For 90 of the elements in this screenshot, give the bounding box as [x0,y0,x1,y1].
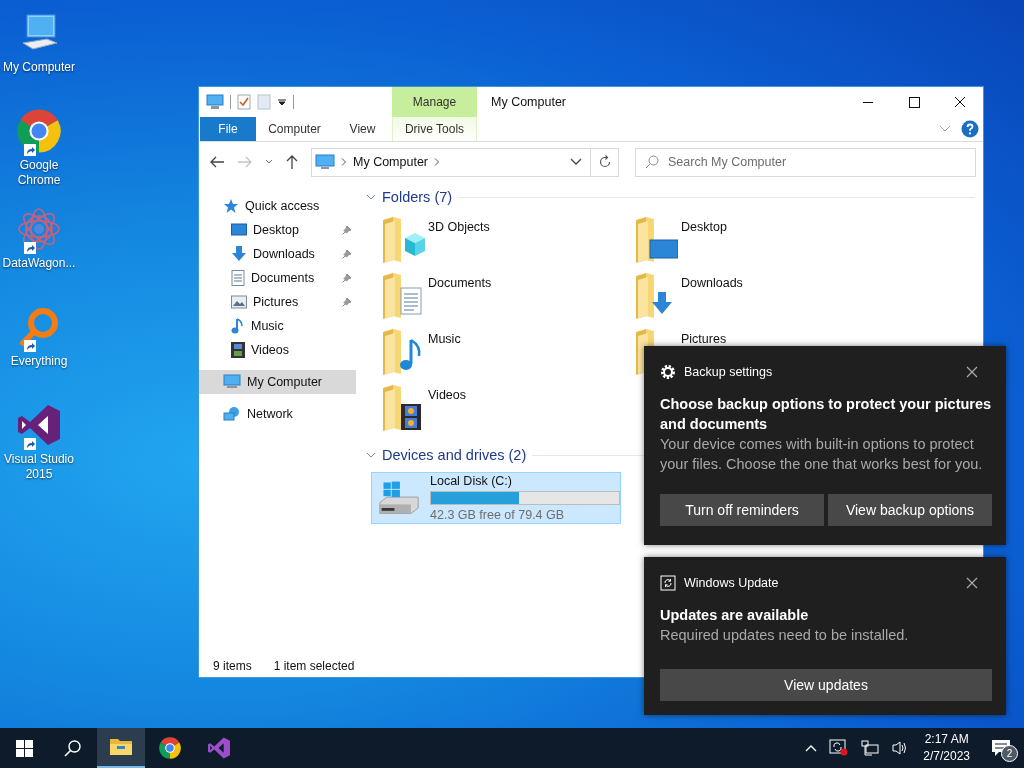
nav-item[interactable]: Quick access [199,194,356,218]
notification-button[interactable]: Turn off reminders [660,494,824,526]
chrome-icon [158,736,182,760]
nav-item[interactable]: Network [199,402,356,426]
contextual-tab-header: Manage [392,87,477,117]
desktop-shortcut[interactable]: Google Chrome [0,106,78,204]
chrome-icon [15,107,63,155]
dropdown-icon[interactable] [570,158,582,166]
nav-item[interactable]: Music [199,314,356,338]
notification-button[interactable]: View updates [660,669,992,701]
taskbar-app[interactable] [97,728,145,768]
collapse-chevron-icon[interactable] [366,193,376,201]
desktop-icon [231,223,247,237]
file-tab[interactable]: File [200,117,256,141]
folder-icon [381,216,425,264]
nav-item[interactable]: Downloads [199,242,356,266]
refresh-icon [597,155,612,169]
magnifier-icon [17,305,61,349]
action-center-button[interactable]: 2 [986,733,1016,763]
folder-item[interactable]: Downloads [634,268,887,324]
picture-icon [231,295,247,309]
network-icon[interactable] [861,740,880,756]
network-icon [223,406,241,422]
computer-icon [223,374,241,390]
contextual-tab[interactable]: Drive Tools [392,117,477,141]
clock[interactable]: 2:17 AM 2/7/2023 [923,731,970,765]
nav-item[interactable]: My Computer [199,370,356,394]
search-field[interactable]: Search My Computer [635,147,976,177]
folder-icon [381,272,425,320]
address-bar[interactable]: My Computer [311,147,591,177]
ribbon-tab[interactable]: Computer [256,117,333,141]
desktop-shortcut[interactable]: DataWagon... [0,204,78,302]
drive-name: Local Disk (C:) [430,474,513,488]
window-title: My Computer [491,95,567,109]
search-icon [645,154,659,169]
music-note-icon [231,318,245,334]
nav-item[interactable]: Pictures [199,290,356,314]
download-arrow-icon [231,246,247,262]
notification-text: Required updates need to be installed. [660,626,910,645]
update-tray-icon[interactable] [829,739,850,757]
windows-logo-icon [15,739,33,757]
update-icon [660,575,676,591]
dropdown-icon[interactable] [277,97,287,107]
folder-item[interactable]: 3D Objects [381,212,634,268]
drive-item[interactable]: Local Disk (C:) 42.3 GB free of 79.4 GB [371,472,621,524]
notification-text: Your device comes with built-in options to protect your files. Choose the one that works best for you. [660,435,984,474]
breadcrumb[interactable]: My Computer [353,155,429,169]
folder-item[interactable]: Videos [381,380,634,436]
nav-item[interactable]: Videos [199,338,356,362]
folder-icon [109,737,133,757]
notification-count: 2 [1001,745,1018,762]
mandala-icon [16,206,62,252]
folder-item[interactable]: Desktop [634,212,887,268]
nav-item[interactable]: Desktop [199,218,356,242]
recent-locations-icon[interactable] [265,159,273,165]
nav-item[interactable]: Documents [199,266,356,290]
visual-studio-icon [16,402,62,448]
back-icon[interactable] [209,155,225,169]
desktop-shortcut[interactable]: My Computer [0,8,78,106]
help-icon[interactable] [961,120,979,138]
properties-icon[interactable] [237,94,251,110]
film-icon [231,342,245,358]
star-icon [223,198,239,214]
group-heading[interactable]: Devices and drives (2) [382,447,527,463]
selection-count: 1 item selected [273,658,355,673]
folder-item[interactable]: Documents [381,268,634,324]
drive-free-space: 42.3 GB free of 79.4 GB [430,508,566,522]
notification-title: Updates are available [660,606,810,625]
folder-item[interactable]: Music [381,324,634,380]
visual-studio-icon [207,736,231,760]
settings-icon [660,364,676,380]
hard-drive-icon [378,479,420,517]
chevron-up-icon[interactable] [805,744,818,752]
collapse-chevron-icon[interactable] [366,451,376,459]
computer-icon [315,154,335,170]
group-heading[interactable]: Folders (7) [382,189,453,205]
folder-icon [634,216,678,264]
search-icon [63,739,81,757]
computer-icon[interactable] [206,94,224,110]
up-icon[interactable] [285,154,299,170]
close-icon[interactable] [966,577,978,589]
notification-button[interactable]: View backup options [828,494,992,526]
item-count: 9 items [213,658,252,673]
document-icon [231,270,245,286]
notification-app-name: Backup settings [684,365,773,379]
notification-app-name: Windows Update [684,576,779,590]
notification-title: Choose backup options to protect your pictures and documents [660,395,992,434]
ribbon-tab[interactable]: View [333,117,392,141]
close-icon[interactable] [966,366,978,378]
refresh-button[interactable] [591,147,619,177]
